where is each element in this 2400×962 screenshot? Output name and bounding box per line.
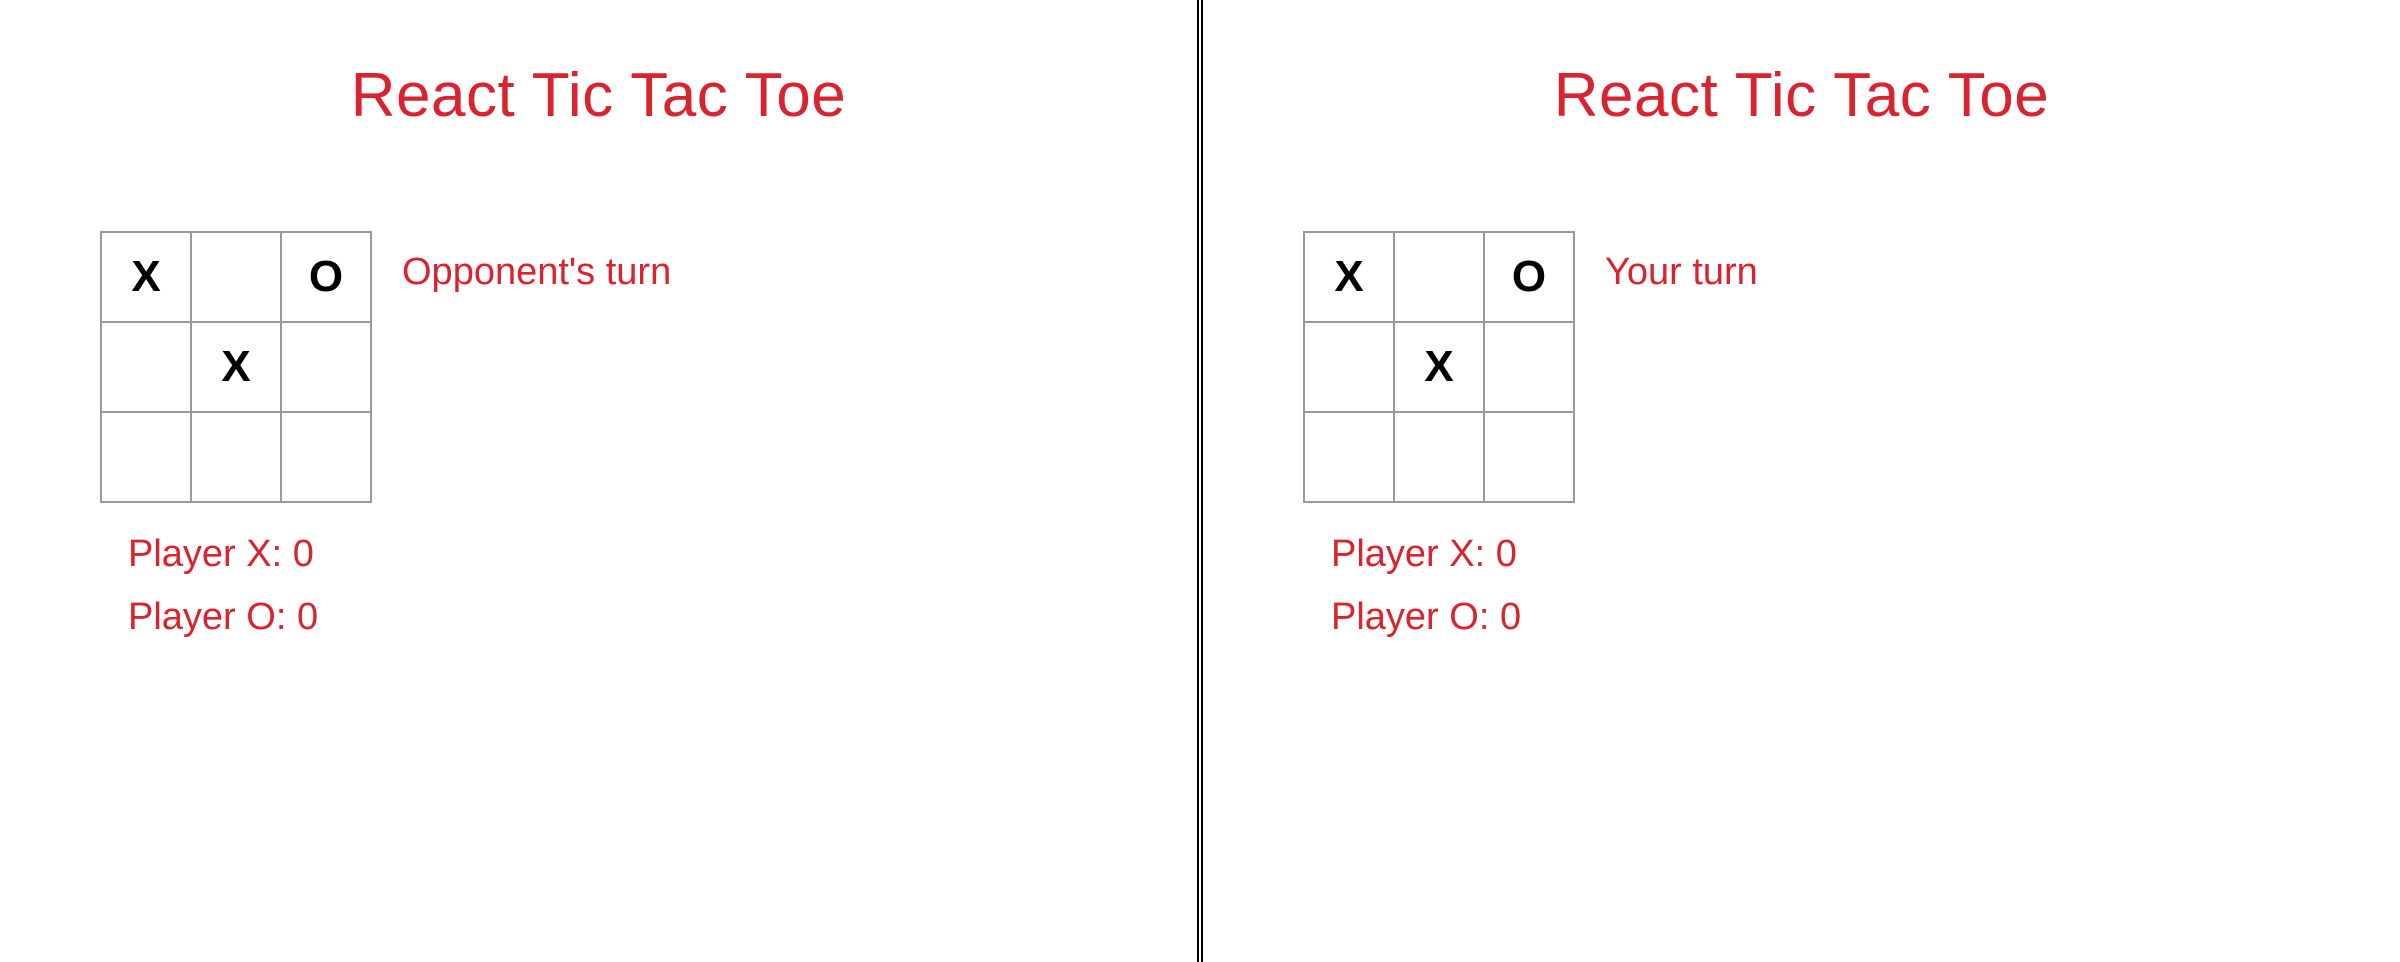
score-x-label: Player X: — [128, 533, 282, 575]
game-area: X O X Your turn — [1303, 231, 2300, 503]
left-game-pane: React Tic Tac Toe X O X Opponent's turn … — [0, 0, 1197, 962]
board-cell-6[interactable] — [101, 412, 191, 502]
board-cell-2[interactable]: O — [281, 232, 371, 322]
game-area: X O X Opponent's turn — [100, 231, 1097, 503]
board-cell-7[interactable] — [191, 412, 281, 502]
board-cell-3[interactable] — [101, 322, 191, 412]
score-o: Player O: 0 — [128, 596, 1097, 639]
board-cell-0[interactable]: X — [1304, 232, 1394, 322]
board-cell-4[interactable]: X — [1394, 322, 1484, 412]
score-o: Player O: 0 — [1331, 596, 2300, 639]
board-cell-1[interactable] — [1394, 232, 1484, 322]
score-x-value: 0 — [1496, 533, 1517, 575]
board-cell-4[interactable]: X — [191, 322, 281, 412]
game-board: X O X — [1303, 231, 1575, 503]
score-panel: Player X: 0 Player O: 0 — [128, 533, 1097, 639]
board-cell-6[interactable] — [1304, 412, 1394, 502]
board-cell-0[interactable]: X — [101, 232, 191, 322]
score-panel: Player X: 0 Player O: 0 — [1331, 533, 2300, 639]
score-o-label: Player O: — [128, 596, 286, 638]
page-title: React Tic Tac Toe — [1303, 60, 2300, 131]
board-cell-3[interactable] — [1304, 322, 1394, 412]
board-cell-8[interactable] — [281, 412, 371, 502]
game-board: X O X — [100, 231, 372, 503]
score-o-label: Player O: — [1331, 596, 1489, 638]
page-title: React Tic Tac Toe — [100, 60, 1097, 131]
board-cell-8[interactable] — [1484, 412, 1574, 502]
board-cell-5[interactable] — [281, 322, 371, 412]
board-cell-7[interactable] — [1394, 412, 1484, 502]
right-game-pane: React Tic Tac Toe X O X Your turn Player… — [1203, 0, 2400, 962]
score-x-value: 0 — [293, 533, 314, 575]
turn-status: Opponent's turn — [402, 231, 671, 294]
board-cell-5[interactable] — [1484, 322, 1574, 412]
score-x: Player X: 0 — [1331, 533, 2300, 576]
board-cell-1[interactable] — [191, 232, 281, 322]
turn-status: Your turn — [1605, 231, 1758, 294]
score-o-value: 0 — [297, 596, 318, 638]
score-x: Player X: 0 — [128, 533, 1097, 576]
board-cell-2[interactable]: O — [1484, 232, 1574, 322]
score-o-value: 0 — [1500, 596, 1521, 638]
score-x-label: Player X: — [1331, 533, 1485, 575]
